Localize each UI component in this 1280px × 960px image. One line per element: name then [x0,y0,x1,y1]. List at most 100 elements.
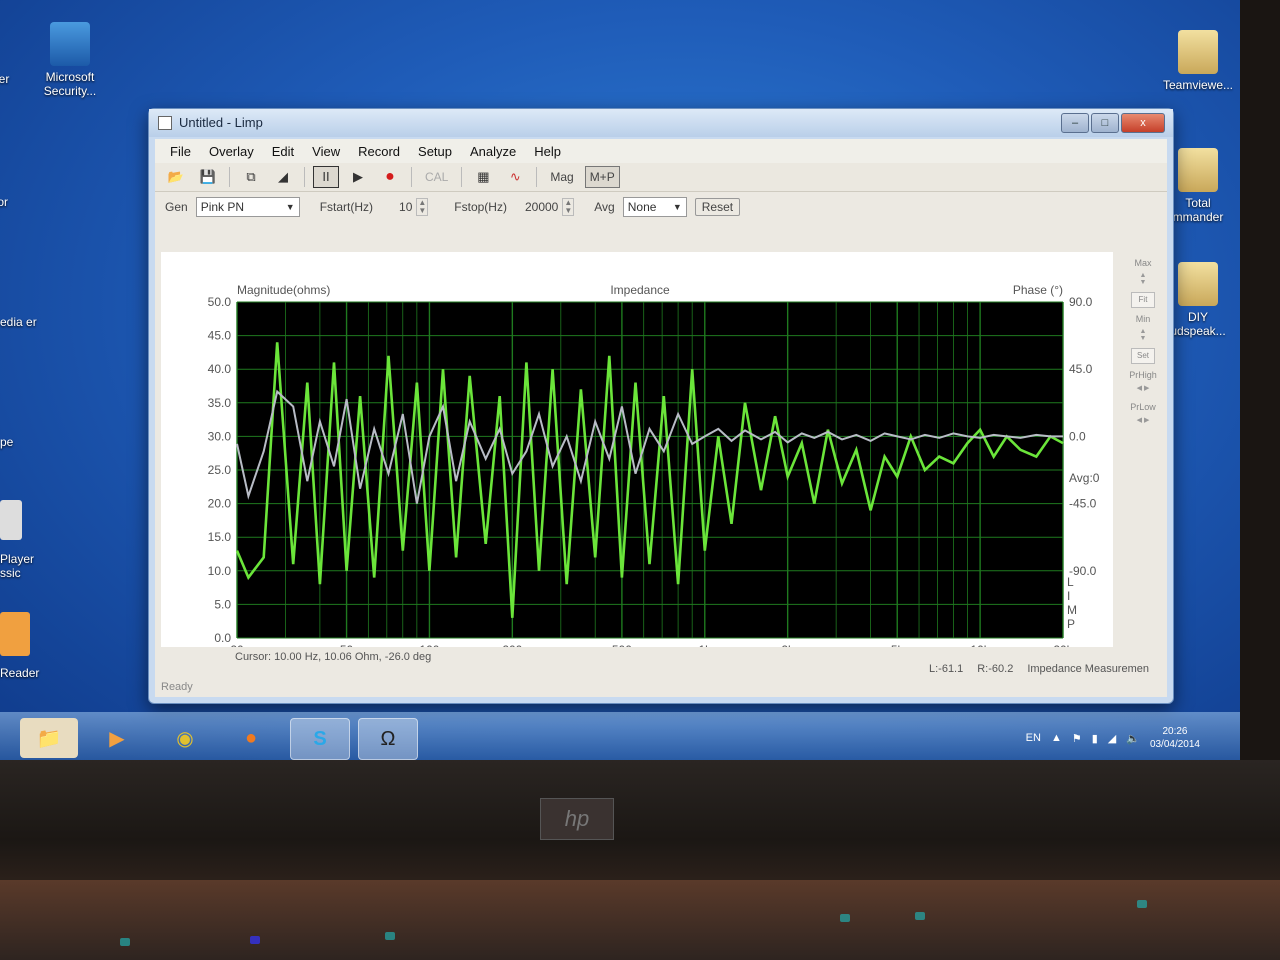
toolbar-separator [304,167,305,187]
taskbar: 📁 ▶ ◉ ● S Ω EN ▲ ⚑ ▮ ◢ 🔈 20:26 03/04/201… [0,712,1240,764]
media-player-icon[interactable]: ▶ [88,718,146,758]
x-tick-label: 50 [340,643,354,647]
toolbar-separator [536,167,538,187]
edge-label: Reader [0,666,40,680]
min-label: Min [1135,314,1151,324]
y2-tick-label: 45.0 [1069,362,1093,376]
record-button[interactable]: ● [377,166,403,188]
flag-icon[interactable]: ⚑ [1072,732,1082,745]
calendar-icon[interactable] [0,500,22,540]
desktop-icon-label: Total mmander [1172,196,1224,224]
folder-open-icon[interactable]: 📂 [163,166,189,188]
left-level: L:-61.1 [928,663,964,675]
y-tick-label: 30.0 [208,429,232,443]
fstart-spinner[interactable]: 10 ▲ ▼ [399,198,429,216]
gen-select[interactable]: Pink PN ▼ [195,197,300,217]
min-spinner[interactable]: ▲ ▼ [1136,328,1150,342]
avg-value: None [627,200,657,214]
network-icon[interactable]: ◢ [1108,732,1116,745]
close-button[interactable]: x [1121,113,1165,133]
spinner-arrows-icon[interactable]: ▲ ▼ [562,198,575,216]
fit-button[interactable]: Fit [1131,292,1155,308]
folder-icon [1178,262,1218,306]
prhigh-spinner[interactable]: ◀ ▶ [1136,384,1150,392]
battery-icon[interactable]: ▮ [1092,732,1098,745]
x-tick-label: 2k [781,643,795,647]
edge-label: tor [0,195,9,209]
y-tick-label: 20.0 [208,497,232,511]
indicator-led-icon [915,912,925,920]
impedance-plot-panel[interactable]: 0.0 5.0 10.0 15.0 20.0 25.0 30.0 35.0 40.0 45.0 50… [161,252,1113,647]
fstart-label: Fstart(Hz) [319,200,374,214]
avg-select[interactable]: None ▼ [622,197,687,217]
play-button[interactable]: ▶ [345,166,371,188]
menu-setup[interactable]: Setup [409,142,461,161]
prhigh-label: PrHigh [1129,370,1157,380]
mag-button[interactable]: Mag [545,166,578,188]
menu-help[interactable]: Help [525,142,570,161]
menu-record[interactable]: Record [349,142,409,161]
show-hidden-icons-icon[interactable]: ▲ [1051,732,1062,744]
microsoft-security-icon[interactable]: Microsoft Security... [36,22,104,98]
folder-icon [1178,30,1218,74]
app-icon [158,116,172,130]
teamviewer-folder-icon[interactable]: Teamviewe... [1160,30,1236,92]
firefox-icon[interactable]: ● [222,718,280,758]
wave-icon[interactable]: ∿ [502,166,528,188]
fstart-value: 10 [399,200,413,214]
prlow-spinner[interactable]: ◀ ▶ [1136,416,1150,424]
indicator-led-icon [385,932,395,940]
side-panel: Max ▲ ▼ Fit Min ▲ ▼ Set PrHigh ◀ ▶ PrLow ◀… [1119,252,1167,652]
impedance-chart[interactable]: 0.0 5.0 10.0 15.0 20.0 25.0 30.0 35.0 40.0 45.0 50… [161,252,1113,647]
minimize-button[interactable]: – [1061,113,1089,133]
limp-omega-icon[interactable]: Ω [358,718,418,760]
window-titlebar[interactable]: Untitled - Limp – □ x [149,109,1173,137]
limp-letter: M [1067,603,1077,617]
fstop-spinner[interactable]: 20000 ▲ ▼ [525,198,575,216]
maximize-button[interactable]: □ [1091,113,1119,133]
x-tick-label: 500 [612,643,632,647]
reset-button[interactable]: Reset [694,198,741,216]
chevron-down-icon: ▼ [672,202,682,212]
menu-view[interactable]: View [303,142,349,161]
volume-icon[interactable]: 🔈 [1126,732,1140,745]
gen-label: Gen [165,200,188,214]
hp-logo-icon: hp [540,798,614,840]
y2-tick-label: 90.0 [1069,295,1093,309]
set-button[interactable]: Set [1131,348,1155,364]
x-tick-label: 5k [891,643,905,647]
client-area: File Overlay Edit View Record Setup Anal… [155,139,1167,697]
total-commander-icon[interactable]: Total mmander [1164,148,1232,224]
copy-icon[interactable]: ⧉ [238,166,264,188]
spinner-arrows-icon[interactable]: ▲ ▼ [416,198,429,216]
menu-file[interactable]: File [161,142,200,161]
clock-time: 20:26 [1162,726,1188,737]
mag-phase-button[interactable]: M+P [584,166,620,188]
cal-button[interactable]: CAL [420,166,453,188]
explorer-icon[interactable]: 📁 [20,718,78,758]
y-tick-label: 5.0 [214,597,231,611]
pause-button[interactable]: II [313,166,339,188]
language-indicator[interactable]: EN [1026,732,1041,744]
max-label: Max [1134,258,1152,268]
chrome-icon[interactable]: ◉ [156,718,214,758]
max-spinner[interactable]: ▲ ▼ [1136,272,1150,286]
y2-tick-label: -45.0 [1069,497,1097,511]
overlay-icon[interactable]: ▦ [470,166,496,188]
x-tick-label: 200 [502,643,522,647]
diy-loudspeaker-folder-icon[interactable]: DIY udspeak... [1164,262,1232,338]
menu-analyze[interactable]: Analyze [461,142,525,161]
menu-overlay[interactable]: Overlay [200,142,263,161]
toolbar-separator [411,167,412,187]
shield-icon [50,22,90,66]
skype-icon[interactable]: S [290,718,350,760]
clock[interactable]: 20:26 03/04/2014 [1150,725,1200,751]
floppy-disk-icon[interactable]: 💾 [195,166,221,188]
clock-date: 03/04/2014 [1149,739,1200,750]
pdf-reader-icon[interactable] [0,612,30,656]
magnitude-axis-label: Magnitude(ohms) [237,283,330,297]
menu-edit[interactable]: Edit [263,142,303,161]
arrow-cursor-icon[interactable]: ◢ [270,166,296,188]
edge-label: wer [0,72,10,86]
status-info: L:-61.1 R:-60.2 Impedance Measuremen [929,663,1149,675]
